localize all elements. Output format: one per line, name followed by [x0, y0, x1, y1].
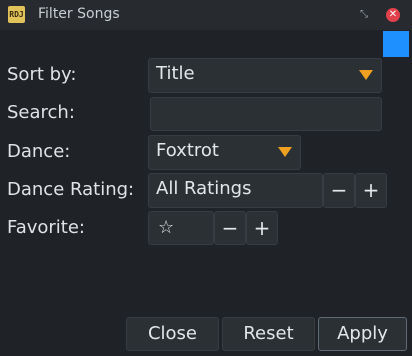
app-icon: RDJ [8, 6, 25, 23]
dance-label: Dance: [7, 141, 71, 162]
color-indicator [383, 31, 409, 57]
dance-rating-value: All Ratings [156, 178, 252, 199]
favorite-decrease-button[interactable]: − [214, 211, 246, 245]
favorite-star-display: ☆ [148, 211, 214, 245]
dance-rating-decrease-button[interactable]: − [323, 173, 355, 208]
restore-icon[interactable]: ⤡ [357, 8, 371, 22]
search-input[interactable] [150, 97, 382, 131]
dance-rating-display: All Ratings [148, 173, 323, 208]
title-bar: RDJ Filter Songs ⤡ ✕ [0, 0, 412, 30]
sort-by-select[interactable]: Title [148, 58, 382, 93]
close-icon[interactable]: ✕ [386, 8, 400, 22]
favorite-label: Favorite: [7, 217, 85, 238]
sort-by-value: Title [156, 63, 195, 84]
close-button[interactable]: Close [126, 317, 219, 351]
favorite-increase-button[interactable]: + [246, 211, 278, 245]
dropdown-arrow-icon [278, 147, 292, 157]
dance-rating-label: Dance Rating: [7, 179, 135, 200]
dropdown-arrow-icon [359, 70, 373, 80]
dance-value: Foxtrot [156, 140, 219, 161]
dance-rating-increase-button[interactable]: + [355, 173, 387, 208]
dance-select[interactable]: Foxtrot [148, 135, 301, 170]
star-icon: ☆ [158, 217, 175, 238]
reset-button[interactable]: Reset [222, 317, 315, 351]
apply-button[interactable]: Apply [318, 317, 407, 351]
search-label: Search: [7, 102, 75, 123]
window-title: Filter Songs [38, 6, 120, 22]
sort-by-label: Sort by: [7, 64, 77, 85]
